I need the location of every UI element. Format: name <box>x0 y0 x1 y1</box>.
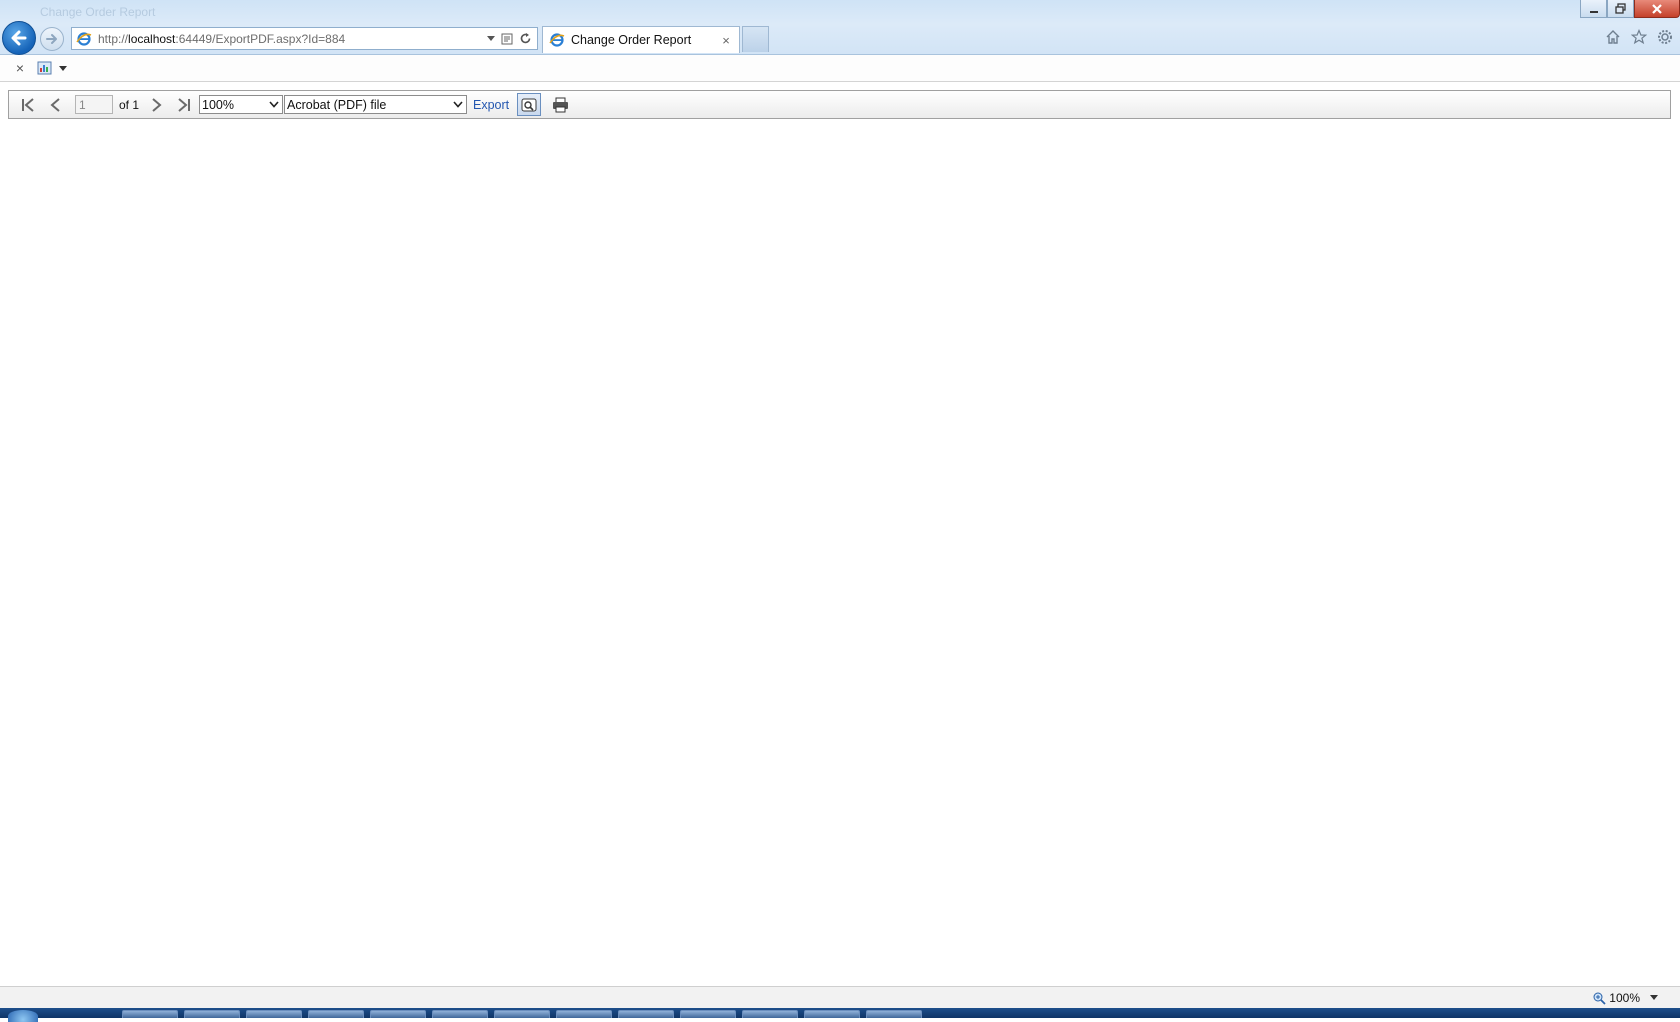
minimize-icon <box>1589 10 1598 13</box>
command-bar-close-button[interactable]: × <box>13 60 27 76</box>
report-viewer-toolbar: of 1 100% Acrobat (PDF) file Export <box>8 90 1671 119</box>
export-format-value: Acrobat (PDF) file <box>287 97 387 112</box>
home-icon <box>1606 30 1620 44</box>
tools-button[interactable] <box>1656 28 1674 46</box>
back-button[interactable] <box>2 21 36 55</box>
next-page-button[interactable] <box>145 94 167 116</box>
export-link[interactable]: Export <box>473 98 509 112</box>
taskbar-item[interactable] <box>370 1010 426 1018</box>
close-icon <box>1652 3 1662 14</box>
url-host: localhost <box>128 31 176 46</box>
compatibility-view-icon[interactable] <box>501 33 513 45</box>
taskbar-item[interactable] <box>866 1010 922 1018</box>
taskbar-item[interactable] <box>308 1010 364 1018</box>
tab-close-button[interactable]: × <box>719 33 733 48</box>
ie-logo-icon <box>549 33 565 47</box>
chevron-down-icon[interactable] <box>1650 995 1658 1000</box>
taskbar-item[interactable] <box>494 1010 550 1018</box>
page-count-label: of 1 <box>119 97 140 112</box>
export-format-select[interactable]: Acrobat (PDF) file <box>284 95 468 114</box>
chevron-down-icon <box>59 65 67 71</box>
taskbar-item[interactable] <box>556 1010 612 1018</box>
last-page-button[interactable] <box>173 94 195 116</box>
find-button[interactable] <box>517 93 542 116</box>
report-content-area <box>0 120 1680 986</box>
home-button[interactable] <box>1604 28 1622 46</box>
printer-icon <box>552 97 568 112</box>
browser-chrome: Change Order Report http://localhost:644… <box>0 0 1680 55</box>
star-icon <box>1631 29 1647 45</box>
zoom-select[interactable]: 100% <box>199 95 284 114</box>
minimize-button[interactable] <box>1580 0 1607 18</box>
first-page-button[interactable] <box>17 94 39 116</box>
zoom-level-label: 100% <box>1609 991 1640 1005</box>
search-dropdown-icon[interactable] <box>487 35 495 42</box>
taskbar-item[interactable] <box>804 1010 860 1018</box>
new-tab-button[interactable] <box>742 26 769 52</box>
taskbar-item[interactable] <box>680 1010 736 1018</box>
restore-icon <box>1615 3 1626 14</box>
favorites-button[interactable] <box>1630 28 1648 46</box>
taskbar-item[interactable] <box>618 1010 674 1018</box>
status-bar: 100% <box>0 986 1680 1008</box>
tab-title: Change Order Report <box>571 33 692 47</box>
image-toolbar-icon <box>37 61 52 74</box>
page-number-input[interactable] <box>75 95 113 114</box>
address-bar[interactable]: http://localhost:64449/ExportPDF.aspx?Id… <box>71 27 538 50</box>
next-page-icon <box>152 97 162 112</box>
addon-menu-button[interactable] <box>37 60 67 77</box>
start-button[interactable] <box>8 1010 38 1022</box>
restore-button[interactable] <box>1607 0 1634 18</box>
print-button[interactable] <box>549 94 571 116</box>
window-controls <box>1580 0 1680 18</box>
zoom-icon <box>1593 992 1606 1005</box>
zoom-select-value: 100% <box>202 97 234 112</box>
chevron-down-icon <box>268 98 280 111</box>
address-url[interactable]: http://localhost:64449/ExportPDF.aspx?Id… <box>98 32 487 46</box>
tab-change-order-report[interactable]: Change Order Report × <box>542 26 740 53</box>
window-title: Change Order Report <box>40 5 156 19</box>
refresh-icon[interactable] <box>519 32 532 45</box>
url-prefix: http:// <box>98 31 129 46</box>
taskbar <box>0 1008 1680 1022</box>
forward-button[interactable] <box>40 27 64 51</box>
taskbar-item[interactable] <box>246 1010 302 1018</box>
gear-icon <box>1658 30 1672 44</box>
last-page-icon <box>178 97 191 112</box>
find-icon <box>521 98 537 111</box>
ie-logo-icon <box>76 31 92 46</box>
forward-arrow-icon <box>46 34 57 44</box>
previous-page-button[interactable] <box>45 94 67 116</box>
first-page-icon <box>22 97 34 112</box>
url-path: :64449/ExportPDF.aspx?Id=884 <box>175 31 346 46</box>
command-bar: × <box>0 55 1680 82</box>
taskbar-item[interactable] <box>184 1010 240 1018</box>
taskbar-item[interactable] <box>122 1010 178 1018</box>
taskbar-item[interactable] <box>432 1010 488 1018</box>
zoom-level-control[interactable]: 100% <box>1593 991 1640 1005</box>
previous-page-icon <box>50 97 60 112</box>
taskbar-item[interactable] <box>742 1010 798 1018</box>
close-window-button[interactable] <box>1634 0 1680 18</box>
back-arrow-icon <box>11 30 27 46</box>
chevron-down-icon <box>452 98 464 111</box>
